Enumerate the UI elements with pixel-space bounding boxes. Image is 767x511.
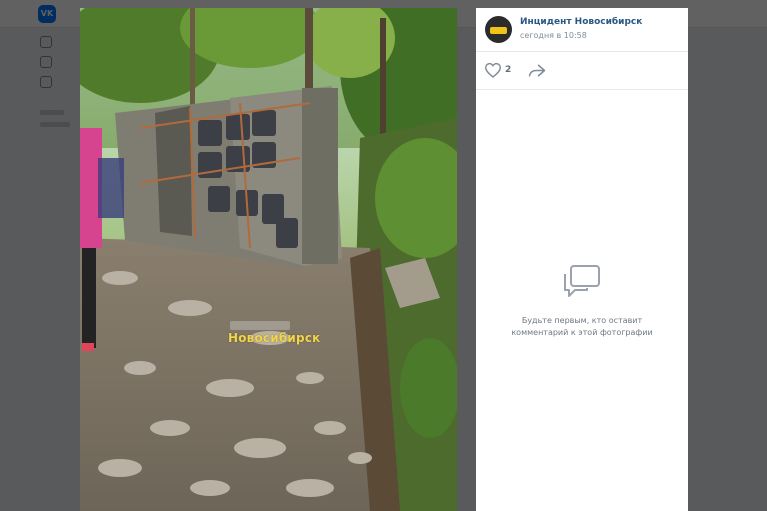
photo-image <box>80 8 457 511</box>
watermark-logo-strip <box>230 321 290 330</box>
photo-watermark: Новосибирск <box>228 331 321 345</box>
no-comments-message: Будьте первым, кто оставит комментарий к… <box>492 315 672 339</box>
no-comments-line-1: Будьте первым, кто оставит <box>521 316 643 325</box>
no-comments-line-2: комментарий к этой фотографии <box>511 328 653 337</box>
post-header: Инцидент Новосибирск сегодня в 10:58 <box>476 8 688 52</box>
photo-info-panel: Инцидент Новосибирск сегодня в 10:58 2 Б… <box>476 8 688 511</box>
like-count: 2 <box>505 65 512 75</box>
comment-bubble-icon <box>564 265 600 297</box>
background-right-edge <box>700 28 767 511</box>
heart-icon[interactable] <box>484 62 502 78</box>
author-avatar[interactable] <box>485 16 512 43</box>
photo-viewer[interactable]: Новосибирск <box>80 8 457 511</box>
post-timestamp[interactable]: сегодня в 10:58 <box>520 31 587 40</box>
author-name-link[interactable]: Инцидент Новосибирск <box>520 17 642 27</box>
share-arrow-icon[interactable] <box>528 63 546 78</box>
avatar-badge <box>490 27 507 34</box>
post-actions: 2 <box>476 52 688 90</box>
